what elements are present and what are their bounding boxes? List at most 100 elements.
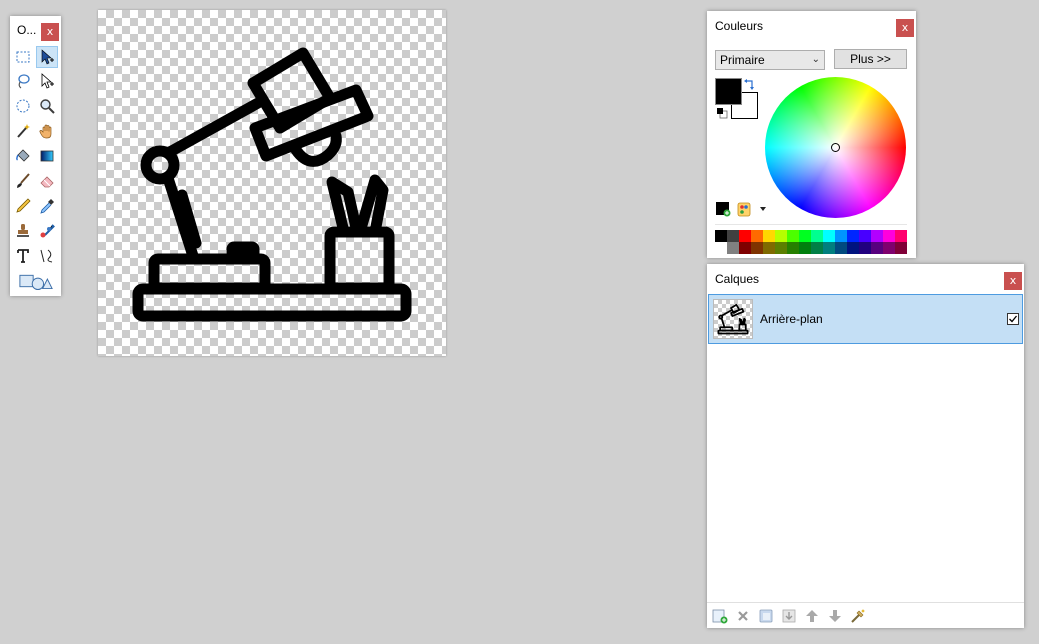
clone-stamp-tool[interactable] [13, 221, 33, 241]
paint-bucket-tool[interactable] [13, 146, 33, 166]
palette-swatch[interactable] [727, 230, 739, 242]
move-selected-tool[interactable] [36, 46, 58, 68]
ellipse-select-icon [16, 99, 30, 113]
colors-window: Couleurs x Primaire ⌄ Plus >> [707, 11, 916, 258]
magic-wand-tool[interactable] [13, 121, 33, 141]
recolor-tool[interactable] [37, 221, 57, 241]
swap-colors-icon[interactable] [744, 79, 755, 90]
palette-swatch[interactable] [751, 230, 763, 242]
palette-swatch[interactable] [847, 230, 859, 242]
duplicate-layer-icon[interactable] [758, 608, 774, 624]
palette-swatch[interactable] [859, 242, 871, 254]
lasso-select-tool[interactable] [13, 71, 33, 91]
palette-swatch[interactable] [799, 230, 811, 242]
palette-swatch[interactable] [883, 242, 895, 254]
layer-thumbnail [713, 299, 753, 339]
colors-close-button[interactable]: x [896, 19, 914, 37]
palette-swatch[interactable] [871, 242, 883, 254]
primary-color-swatch[interactable] [715, 78, 742, 105]
color-palette [715, 230, 907, 254]
palette-swatch[interactable] [799, 242, 811, 254]
zoom-tool[interactable] [37, 96, 57, 116]
palette-swatch[interactable] [847, 242, 859, 254]
palette-swatch[interactable] [751, 242, 763, 254]
magnifier-icon [40, 99, 55, 114]
delete-layer-icon[interactable] [735, 608, 751, 624]
tools-close-button[interactable]: x [41, 23, 59, 41]
ellipse-select-tool[interactable] [13, 96, 33, 116]
palette-swatch[interactable] [739, 242, 751, 254]
checkmark-icon [1009, 315, 1018, 323]
layers-window-title: Calques [715, 272, 760, 286]
palette-swatch[interactable] [823, 242, 835, 254]
palette-swatch[interactable] [811, 230, 823, 242]
caret-down-icon[interactable] [759, 205, 767, 213]
image-canvas[interactable] [98, 10, 446, 356]
desk-lamp-artwork [132, 47, 412, 322]
add-to-palette-icon[interactable] [716, 202, 731, 217]
move-layer-up-icon[interactable] [804, 608, 820, 624]
layer-row[interactable]: Arrière-plan [708, 294, 1023, 344]
reset-colors-icon[interactable] [716, 107, 728, 119]
palette-icon[interactable] [737, 202, 752, 217]
move-selection-icon [41, 73, 54, 89]
palette-swatch[interactable] [775, 230, 787, 242]
palette-swatch[interactable] [715, 242, 727, 254]
layers-toolbar-divider [707, 602, 1024, 603]
palette-swatch[interactable] [871, 230, 883, 242]
shapes-tool[interactable] [17, 271, 55, 291]
more-colors-button[interactable]: Plus >> [834, 49, 907, 69]
text-tool[interactable] [13, 246, 33, 266]
paintbrush-tool[interactable] [13, 171, 33, 191]
color-mode-select[interactable]: Primaire ⌄ [715, 50, 825, 70]
palette-swatch[interactable] [859, 230, 871, 242]
palette-swatch[interactable] [823, 230, 835, 242]
move-selection-tool[interactable] [37, 71, 57, 91]
layers-window: Calques x Arrière-plan [707, 264, 1024, 628]
color-wheel-cursor[interactable] [831, 143, 840, 152]
layer-visibility-checkbox[interactable] [1007, 313, 1019, 325]
pan-tool[interactable] [37, 121, 57, 141]
palette-swatch[interactable] [763, 230, 775, 242]
rectangle-select-tool[interactable] [13, 47, 33, 67]
hand-icon [39, 124, 52, 139]
palette-swatch[interactable] [895, 230, 907, 242]
palette-swatch[interactable] [835, 242, 847, 254]
recolor-icon [40, 224, 55, 238]
layer-name: Arrière-plan [760, 312, 823, 326]
palette-swatch[interactable] [787, 242, 799, 254]
eraser-tool[interactable] [37, 171, 57, 191]
layers-close-button[interactable]: x [1004, 272, 1022, 290]
palette-swatch[interactable] [883, 230, 895, 242]
gradient-icon [40, 150, 54, 162]
line-curve-tool[interactable] [37, 246, 57, 266]
color-mode-value: Primaire [720, 53, 765, 67]
add-layer-icon[interactable] [712, 608, 728, 624]
palette-swatch[interactable] [787, 230, 799, 242]
chevron-down-icon: ⌄ [811, 54, 820, 65]
color-picker-tool[interactable] [37, 196, 57, 216]
move-layer-down-icon[interactable] [827, 608, 843, 624]
palette-swatch[interactable] [739, 230, 751, 242]
shapes-icon [19, 274, 53, 290]
merge-layer-down-icon[interactable] [781, 608, 797, 624]
line-curve-icon [40, 249, 53, 263]
palette-swatch[interactable] [775, 242, 787, 254]
palette-swatch[interactable] [763, 242, 775, 254]
paintbrush-icon [17, 173, 30, 188]
palette-swatch[interactable] [715, 230, 727, 242]
palette-swatch[interactable] [895, 242, 907, 254]
color-wheel[interactable] [765, 77, 906, 218]
palette-swatch[interactable] [835, 230, 847, 242]
palette-swatch[interactable] [811, 242, 823, 254]
palette-swatch[interactable] [727, 242, 739, 254]
tools-window: O... x [10, 16, 61, 296]
eyedropper-icon [40, 199, 54, 214]
tools-window-title: O... [17, 23, 37, 37]
pencil-tool[interactable] [13, 196, 33, 216]
layer-properties-icon[interactable] [850, 608, 866, 624]
text-icon [17, 249, 29, 263]
paint-bucket-icon [16, 149, 30, 162]
move-arrow-icon [41, 49, 54, 65]
gradient-tool[interactable] [37, 146, 57, 166]
